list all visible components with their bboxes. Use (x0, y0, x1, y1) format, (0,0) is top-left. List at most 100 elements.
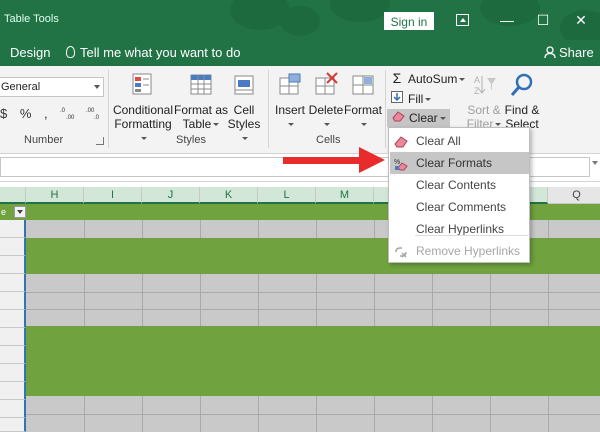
svg-text:.00: .00 (66, 115, 75, 120)
close-button[interactable]: ✕ (566, 8, 596, 32)
column-header-i[interactable]: I (84, 187, 142, 204)
column-header-h[interactable]: H (26, 187, 84, 204)
row-divider (26, 292, 600, 293)
eraser-icon (394, 134, 408, 148)
menu-separator (415, 235, 528, 236)
cells-group-label: Cells (316, 134, 341, 146)
cell-styles-icon (231, 72, 257, 98)
chevron-down-icon (242, 137, 248, 140)
column-header-corner[interactable] (0, 187, 26, 204)
row-header[interactable] (0, 418, 26, 432)
fill-button[interactable]: Fill (390, 91, 432, 106)
maximize-button[interactable]: ☐ (528, 8, 558, 32)
currency-button[interactable]: $ (0, 106, 7, 121)
chevron-down-icon[interactable] (592, 161, 598, 165)
number-format-dropdown[interactable]: General (0, 77, 104, 97)
row-header[interactable] (0, 256, 26, 274)
sort-filter-label-1: Sort & (467, 103, 501, 117)
row-header[interactable] (0, 346, 26, 364)
row-header[interactable] (0, 238, 26, 256)
clear-button[interactable]: Clear (387, 109, 450, 127)
ribbon-display-options-icon[interactable] (456, 14, 469, 26)
menu-item-label: Clear Hyperlinks (416, 222, 505, 236)
fill-label: Fill (408, 92, 424, 106)
svg-text:.00: .00 (86, 108, 95, 114)
autosum-button[interactable]: Σ AutoSum (390, 70, 466, 86)
cell-styles-label-1: Cell (233, 103, 255, 117)
menu-item-clear-all[interactable]: Clear All (390, 130, 529, 152)
row-header[interactable] (0, 400, 26, 418)
column-header-j[interactable]: J (142, 187, 200, 204)
column-header-q[interactable]: Q (548, 187, 600, 204)
row-header[interactable] (0, 328, 26, 346)
row-header[interactable] (0, 364, 26, 382)
tab-design[interactable]: Design (10, 45, 50, 60)
tell-me-label: Tell me what you want to do (80, 45, 241, 60)
share-button[interactable]: Share (544, 45, 594, 60)
number-buttons: $ % , .0.00 .00.0 (0, 106, 108, 121)
insert-label: Insert (274, 103, 305, 117)
column-header-l[interactable]: L (258, 187, 316, 204)
sign-in-button[interactable]: Sign in (384, 12, 434, 30)
title-bar: Table Tools Sign in — ☐ ✕ (0, 0, 600, 40)
chevron-down-icon (324, 123, 330, 126)
clear-menu: Clear All % Clear Formats Clear Contents… (388, 127, 530, 263)
number-format-value: General (1, 81, 41, 93)
insert-cells-icon (277, 72, 303, 98)
minimize-button[interactable]: — (492, 8, 522, 32)
eraser-icon (391, 111, 405, 125)
chevron-down-icon (439, 117, 446, 120)
fill-down-icon (390, 91, 404, 106)
table-row[interactable] (26, 274, 600, 326)
insert-cells-button[interactable]: Insert (272, 72, 308, 131)
chevron-down-icon (361, 123, 367, 126)
menu-item-clear-formats[interactable]: % Clear Formats (390, 152, 529, 174)
row-header[interactable] (0, 220, 26, 238)
red-arrow-icon (359, 147, 385, 173)
conditional-formatting-icon (130, 72, 156, 98)
clear-formats-icon: % (394, 156, 408, 171)
svg-text:Z: Z (474, 86, 480, 96)
percent-button[interactable]: % (20, 106, 32, 121)
menu-item-clear-hyperlinks[interactable]: Clear Hyperlinks (390, 218, 529, 240)
share-label: Share (559, 45, 594, 60)
column-header-m[interactable]: M (316, 187, 374, 204)
svg-text:.0: .0 (94, 115, 100, 120)
increase-decimal-icon[interactable]: .0.00 (60, 106, 82, 121)
dialog-launcher-icon[interactable] (96, 137, 104, 145)
menu-item-remove-hyperlinks: Remove Hyperlinks (390, 240, 529, 262)
cell-styles-label-2: Styles (227, 117, 261, 131)
column-header-k[interactable]: K (200, 187, 258, 204)
sort-filter-button[interactable]: AZ Sort & Filter (464, 72, 504, 131)
group-separator (385, 70, 386, 148)
tell-me-search[interactable]: Tell me what you want to do (66, 45, 240, 60)
chevron-down-icon (213, 123, 220, 126)
row-header[interactable] (0, 310, 26, 328)
row-header[interactable] (0, 382, 26, 400)
cell-styles-button[interactable]: Cell Styles (224, 72, 264, 145)
clear-label: Clear (409, 111, 438, 125)
comma-button[interactable]: , (44, 106, 48, 121)
menu-item-clear-contents[interactable]: Clear Contents (390, 174, 529, 196)
format-as-table-label-2: Table (182, 117, 212, 131)
menu-item-label: Clear All (416, 134, 461, 148)
table-row[interactable] (26, 326, 600, 396)
find-select-label-1: Find & (504, 103, 540, 117)
menu-item-clear-comments[interactable]: Clear Comments (390, 196, 529, 218)
decrease-decimal-icon[interactable]: .00.0 (86, 106, 108, 121)
format-cells-button[interactable]: Format (344, 72, 382, 131)
format-as-table-button[interactable]: Format as Table (174, 72, 228, 131)
red-arrow-shaft (283, 157, 361, 164)
magnifier-icon (509, 72, 535, 98)
row-header[interactable] (0, 292, 26, 310)
chevron-down-icon (94, 85, 100, 89)
group-separator (268, 70, 269, 148)
format-cells-icon (350, 72, 376, 98)
conditional-formatting-button[interactable]: Conditional Formatting (112, 72, 174, 145)
row-header[interactable] (0, 274, 26, 292)
delete-cells-button[interactable]: Delete (308, 72, 344, 131)
background-decoration (330, 0, 390, 22)
delete-label: Delete (308, 103, 344, 117)
menu-item-label: Clear Contents (416, 178, 497, 192)
filter-dropdown-icon[interactable] (14, 206, 26, 218)
